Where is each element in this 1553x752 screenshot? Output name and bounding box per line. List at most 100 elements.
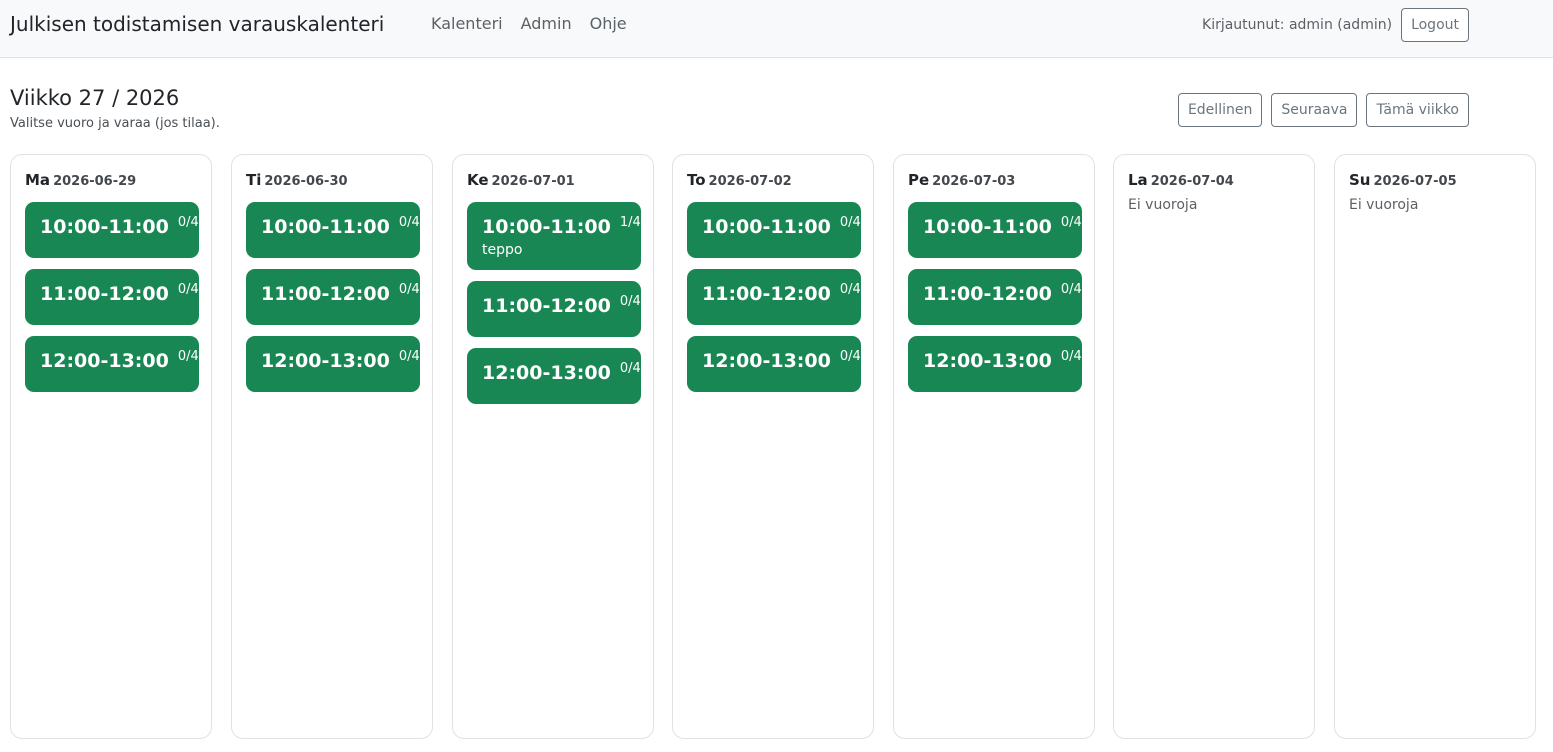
time-slot-card[interactable]: 10:00-11:00 0/4	[246, 202, 420, 258]
day-date: 2026-06-30	[264, 174, 348, 189]
slot-time: 12:00-13:00	[923, 350, 1052, 372]
slot-capacity: 0/4	[1060, 215, 1082, 230]
previous-week-button[interactable]: Edellinen	[1177, 93, 1263, 127]
slot-time: 11:00-12:00	[40, 283, 169, 305]
slot-capacity: 0/4	[619, 294, 641, 309]
slot-time: 10:00-11:00	[482, 216, 611, 238]
current-week-button[interactable]: Tämä viikko	[1366, 93, 1469, 127]
logged-in-user-text: Kirjautunut: admin (admin)	[1202, 17, 1393, 33]
slot-row: 12:00-13:00 0/4	[261, 349, 420, 372]
slot-row: 12:00-13:00 0/4	[702, 349, 861, 372]
day-column: La 2026-07-04 Ei vuoroja	[1113, 154, 1315, 739]
time-slot-card[interactable]: 10:00-11:00 0/4	[908, 202, 1082, 258]
nav-links: Kalenteri Admin Ohje	[431, 14, 627, 33]
slot-row: 12:00-13:00 0/4	[40, 349, 199, 372]
week-subtitle: Valitse vuoro ja varaa (jos tilaa).	[10, 116, 220, 131]
day-name: Ma	[25, 171, 51, 189]
slot-capacity: 0/4	[839, 215, 861, 230]
no-slots-text: Ei vuoroja	[1349, 197, 1419, 213]
slot-row: 11:00-12:00 0/4	[40, 282, 199, 305]
slot-capacity: 0/4	[398, 282, 420, 297]
day-column: Ma 2026-06-29 10:00-11:00 0/4 11:00-12:00 0/4…	[10, 154, 212, 739]
week-title: Viikko 27 / 2026	[10, 86, 180, 110]
slot-time: 10:00-11:00	[923, 216, 1052, 238]
slot-capacity: 0/4	[1060, 282, 1082, 297]
slot-capacity: 0/4	[619, 361, 641, 376]
top-navbar: Julkisen todistamisen varauskalenteri Ka…	[0, 0, 1553, 58]
time-slot-card[interactable]: 12:00-13:00 0/4	[25, 336, 199, 392]
day-header: Pe 2026-07-03	[908, 171, 1080, 189]
day-date: 2026-07-02	[708, 174, 792, 189]
slot-capacity: 0/4	[398, 215, 420, 230]
time-slot-card[interactable]: 10:00-11:00 0/4	[687, 202, 861, 258]
time-slot-card[interactable]: 12:00-13:00 0/4	[908, 336, 1082, 392]
day-name: Pe	[908, 171, 930, 189]
day-header: Su 2026-07-05	[1349, 171, 1521, 189]
slot-time: 10:00-11:00	[40, 216, 169, 238]
time-slot-card[interactable]: 11:00-12:00 0/4	[246, 269, 420, 325]
time-slot-card[interactable]: 12:00-13:00 0/4	[246, 336, 420, 392]
slot-row: 11:00-12:00 0/4	[261, 282, 420, 305]
slot-time: 10:00-11:00	[702, 216, 831, 238]
slot-row: 11:00-12:00 0/4	[482, 294, 641, 317]
slot-time: 12:00-13:00	[702, 350, 831, 372]
slot-capacity: 1/4	[619, 215, 641, 230]
day-name: Ti	[246, 171, 262, 189]
nav-link-ohje[interactable]: Ohje	[590, 14, 627, 33]
slot-capacity: 0/4	[177, 215, 199, 230]
day-name: La	[1128, 171, 1148, 189]
logout-button[interactable]: Logout	[1401, 8, 1469, 42]
week-navigation: Edellinen Seuraava Tämä viikko	[1177, 93, 1469, 127]
day-column: Su 2026-07-05 Ei vuoroja	[1334, 154, 1536, 739]
slot-capacity: 0/4	[177, 349, 199, 364]
nav-link-admin[interactable]: Admin	[521, 14, 572, 33]
nav-link-kalenteri[interactable]: Kalenteri	[431, 14, 503, 33]
user-area: Kirjautunut: admin (admin) Logout	[1202, 8, 1469, 42]
slot-row: 12:00-13:00 0/4	[923, 349, 1082, 372]
week-days-grid: Ma 2026-06-29 10:00-11:00 0/4 11:00-12:00 0/4…	[10, 154, 1536, 739]
day-header: Ma 2026-06-29	[25, 171, 197, 189]
time-slot-card[interactable]: 10:00-11:00 0/4	[25, 202, 199, 258]
day-header: To 2026-07-02	[687, 171, 859, 189]
slot-row: 12:00-13:00 0/4	[482, 361, 641, 384]
time-slot-card[interactable]: 10:00-11:00 1/4 teppo	[467, 202, 641, 270]
app-brand[interactable]: Julkisen todistamisen varauskalenteri	[10, 12, 384, 36]
slot-time: 10:00-11:00	[261, 216, 390, 238]
slot-time: 11:00-12:00	[702, 283, 831, 305]
day-header: Ke 2026-07-01	[467, 171, 639, 189]
day-date: 2026-07-05	[1373, 174, 1457, 189]
day-name: Ke	[467, 171, 489, 189]
slot-time: 11:00-12:00	[482, 295, 611, 317]
slot-booker-name: teppo	[482, 242, 523, 258]
day-column: Pe 2026-07-03 10:00-11:00 0/4 11:00-12:00 0/4…	[893, 154, 1095, 739]
day-header: La 2026-07-04	[1128, 171, 1300, 189]
time-slot-card[interactable]: 11:00-12:00 0/4	[467, 281, 641, 337]
day-column: Ke 2026-07-01 10:00-11:00 1/4 teppo 11:00-12:…	[452, 154, 654, 739]
slot-row: 11:00-12:00 0/4	[702, 282, 861, 305]
slot-row: 10:00-11:00 0/4	[923, 215, 1082, 238]
slot-capacity: 0/4	[177, 282, 199, 297]
time-slot-card[interactable]: 11:00-12:00 0/4	[25, 269, 199, 325]
day-date: 2026-07-03	[932, 174, 1016, 189]
day-column: Ti 2026-06-30 10:00-11:00 0/4 11:00-12:00 0/4…	[231, 154, 433, 739]
slot-row: 10:00-11:00 1/4	[482, 215, 641, 238]
no-slots-text: Ei vuoroja	[1128, 197, 1198, 213]
day-date: 2026-07-01	[491, 174, 575, 189]
time-slot-card[interactable]: 11:00-12:00 0/4	[908, 269, 1082, 325]
day-date: 2026-07-04	[1150, 174, 1234, 189]
next-week-button[interactable]: Seuraava	[1271, 93, 1358, 127]
day-name: To	[687, 171, 706, 189]
slot-row: 11:00-12:00 0/4	[923, 282, 1082, 305]
time-slot-card[interactable]: 12:00-13:00 0/4	[687, 336, 861, 392]
slot-time: 11:00-12:00	[923, 283, 1052, 305]
slot-capacity: 0/4	[839, 282, 861, 297]
slot-time: 11:00-12:00	[261, 283, 390, 305]
slot-row: 10:00-11:00 0/4	[702, 215, 861, 238]
slot-capacity: 0/4	[398, 349, 420, 364]
slot-capacity: 0/4	[839, 349, 861, 364]
slot-time: 12:00-13:00	[482, 362, 611, 384]
time-slot-card[interactable]: 11:00-12:00 0/4	[687, 269, 861, 325]
slot-time: 12:00-13:00	[40, 350, 169, 372]
time-slot-card[interactable]: 12:00-13:00 0/4	[467, 348, 641, 404]
day-column: To 2026-07-02 10:00-11:00 0/4 11:00-12:00 0/4…	[672, 154, 874, 739]
